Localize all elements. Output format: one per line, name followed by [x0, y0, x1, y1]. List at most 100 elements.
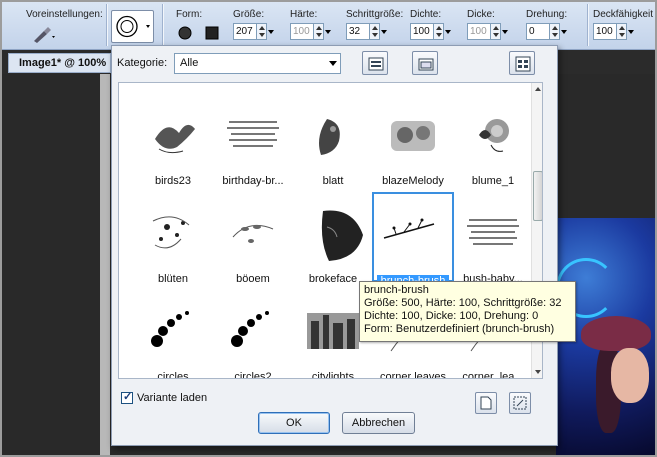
brush-preset-icon	[34, 27, 55, 43]
thickness-stepper[interactable]: 100	[467, 22, 510, 41]
brush-label: birds23	[154, 175, 192, 187]
rotation-dropdown-arrow[interactable]	[560, 23, 569, 40]
brush-label: citylights	[311, 371, 355, 379]
form-label: Form:	[176, 9, 203, 20]
brush-cell[interactable]: blatt	[293, 95, 373, 191]
cancel-button[interactable]: Abbrechen	[342, 412, 415, 434]
tool-options-bar: Voreinstellungen: Form: Größe: 207 Härte…	[0, 0, 657, 50]
tooltip-line3: Form: Benutzerdefiniert (brunch-brush)	[364, 323, 555, 335]
opacity-label: Deckfähigkeit	[593, 9, 654, 20]
circles-icon	[137, 295, 209, 367]
thickness-input[interactable]: 100	[467, 23, 491, 40]
hardness-dropdown-arrow[interactable]	[324, 23, 333, 40]
brush-label: birthday-br...	[222, 175, 284, 187]
rotation-input[interactable]: 0	[526, 23, 550, 40]
vine-icon	[217, 197, 289, 269]
text-brush-icon	[457, 197, 529, 269]
workspace-scrollbar[interactable]	[100, 74, 110, 457]
step-stepper[interactable]: 32	[346, 22, 389, 41]
grid-view-button[interactable]	[509, 51, 535, 75]
opacity-stepper[interactable]: 100	[593, 22, 636, 41]
brush-cell[interactable]: brokeface	[293, 193, 373, 289]
brush-label: blazeMelody	[382, 175, 444, 187]
brush-label: blatt	[322, 175, 344, 187]
tooltip-line2: Dichte: 100, Dicke: 100, Drehung: 0	[364, 310, 539, 322]
presets-dropdown[interactable]	[30, 24, 58, 44]
density-input[interactable]: 100	[410, 23, 434, 40]
size-input[interactable]: 207	[233, 23, 257, 40]
step-dropdown-arrow[interactable]	[380, 23, 389, 40]
density-spin-arrows[interactable]	[434, 23, 444, 40]
step-label: Schrittgröße:	[346, 9, 404, 20]
broken-face-icon	[297, 197, 369, 269]
tooltip-line1: Größe: 500, Härte: 100, Schrittgröße: 32	[364, 297, 562, 309]
rotation-stepper[interactable]: 0	[526, 22, 569, 41]
checkbox-checked-icon[interactable]	[121, 390, 133, 404]
load-variant-label: Variante laden	[137, 392, 208, 404]
brush-cell[interactable]: birthday-br...	[213, 95, 293, 191]
brush-cell[interactable]: bush-baby...	[453, 193, 533, 289]
circles-icon	[217, 295, 289, 367]
grid-icon	[515, 56, 531, 72]
leaf-icon	[297, 99, 369, 171]
thickness-label: Dicke:	[467, 9, 495, 20]
brush-label: blüten	[158, 273, 188, 285]
step-spin-arrows[interactable]	[370, 23, 380, 40]
hardness-input[interactable]: 100	[290, 23, 314, 40]
view-thumbnails-button[interactable]	[362, 51, 388, 75]
brush-tooltip: brunch-brush Größe: 500, Härte: 100, Sch…	[359, 281, 576, 342]
brush-cell[interactable]: brunch-brush	[372, 192, 454, 289]
size-label: Größe:	[233, 9, 265, 20]
category-select[interactable]: Alle	[174, 53, 341, 74]
load-variant-checkbox[interactable]: Variante laden	[121, 390, 208, 404]
brush-cell[interactable]: blazeMelody	[373, 95, 453, 191]
scroll-down-arrow-icon[interactable]	[535, 370, 541, 374]
brush-cell[interactable]: circles	[133, 291, 213, 378]
form-round-button[interactable]	[176, 24, 194, 42]
step-input[interactable]: 32	[346, 23, 370, 40]
size-stepper[interactable]: 207	[233, 22, 276, 41]
opacity-input[interactable]: 100	[593, 23, 617, 40]
brush-edit-icon	[513, 396, 527, 410]
size-dropdown-arrow[interactable]	[267, 23, 276, 40]
new-brush-button[interactable]	[475, 392, 497, 414]
brush-cell[interactable]: circles2	[213, 291, 293, 378]
brush-cell[interactable]: böoem	[213, 193, 293, 289]
scrollbar-thumb[interactable]	[533, 171, 542, 221]
thumbnail-view-icon	[368, 57, 384, 71]
text-brush-icon	[217, 99, 289, 171]
scroll-up-arrow-icon[interactable]	[535, 87, 541, 91]
brush-settings-button[interactable]	[509, 392, 531, 414]
brush-picker-dialog: Kategorie: Alle birds23 birthday-br... bla…	[111, 45, 558, 446]
opacity-spin-arrows[interactable]	[617, 23, 627, 40]
document-tab[interactable]: Image1* @ 100%	[8, 53, 111, 73]
branch-icon	[372, 192, 454, 282]
hardness-stepper[interactable]: 100	[290, 22, 333, 41]
new-document-icon	[480, 396, 492, 410]
category-value: Alle	[180, 57, 199, 69]
form-square-button[interactable]	[203, 24, 221, 42]
brush-label: corner leaves	[379, 371, 447, 379]
brush-cell[interactable]: birds23	[133, 95, 213, 191]
round-brush-icon	[116, 15, 150, 38]
rotation-spin-arrows[interactable]	[550, 23, 560, 40]
density-dropdown-arrow[interactable]	[444, 23, 453, 40]
flower-icon	[457, 99, 529, 171]
density-stepper[interactable]: 100	[410, 22, 453, 41]
open-folder-button[interactable]	[412, 51, 438, 75]
brush-label: circles	[157, 371, 189, 379]
size-spin-arrows[interactable]	[257, 23, 267, 40]
brush-cell[interactable]: blume_1	[453, 95, 533, 191]
square-tip-icon	[205, 26, 219, 40]
ok-button[interactable]: OK	[258, 412, 330, 434]
category-label: Kategorie:	[117, 57, 168, 69]
thickness-dropdown-arrow[interactable]	[501, 23, 510, 40]
brush-label: blume_1	[471, 175, 515, 187]
brush-label: circles2	[234, 371, 272, 379]
blossom-icon	[137, 197, 209, 269]
thickness-spin-arrows[interactable]	[491, 23, 501, 40]
hardness-spin-arrows[interactable]	[314, 23, 324, 40]
brush-cell[interactable]: blüten	[133, 193, 213, 289]
opacity-dropdown-arrow[interactable]	[627, 23, 636, 40]
brush-shape-button[interactable]	[111, 10, 154, 43]
